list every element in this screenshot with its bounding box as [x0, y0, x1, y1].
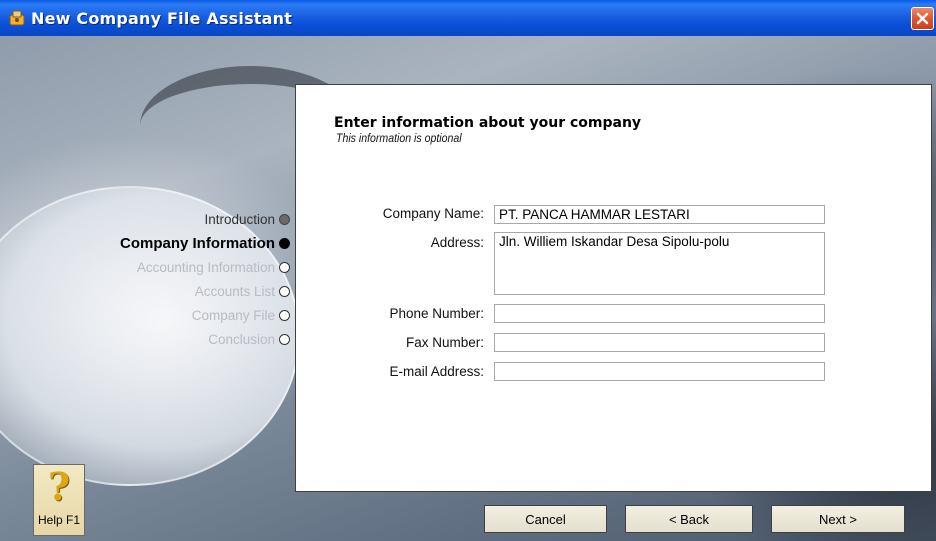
step-pending-bullet-icon [279, 261, 290, 273]
help-button[interactable]: ? Help F1 [33, 464, 85, 536]
step-label: Company File [191, 307, 275, 323]
close-icon [916, 12, 929, 25]
company-name-input[interactable]: PT. PANCA HAMMAR LESTARI [494, 205, 825, 224]
cancel-button-label: Cancel [525, 511, 566, 527]
step-pending-bullet-icon [279, 309, 290, 321]
title-bar: New Company File Assistant [0, 0, 936, 36]
app-icon [9, 10, 25, 26]
panel-subheading: This information is optional [336, 131, 462, 145]
step-label: Company Information [119, 234, 275, 252]
step-label: Accounting Information [136, 259, 275, 275]
address-input[interactable]: Jln. Williem Iskandar Desa Sipolu-polu [494, 232, 825, 295]
next-button-label: Next > [819, 511, 857, 527]
step-pending-bullet-icon [279, 285, 290, 297]
step-pending-bullet-icon [279, 333, 290, 345]
fax-number-label: Fax Number: [405, 335, 484, 350]
back-button-label: < Back [668, 511, 710, 527]
help-button-label: Help F1 [37, 513, 81, 527]
step-done-bullet-icon [279, 213, 290, 225]
step-label: Introduction [204, 211, 275, 227]
step-conclusion: Conclusion [120, 327, 290, 351]
company-name-label: Company Name: [382, 206, 484, 221]
step-accounting-information: Accounting Information [120, 255, 290, 279]
step-introduction: Introduction [120, 207, 290, 231]
wizard-steps: Introduction Company Information Account… [120, 207, 290, 351]
step-current-bullet-icon [279, 237, 290, 249]
address-label: Address: [430, 235, 484, 250]
step-company-information: Company Information [120, 231, 290, 255]
panel-heading: Enter information about your company [334, 115, 642, 131]
close-button[interactable] [911, 7, 934, 30]
next-button[interactable]: Next > [771, 505, 905, 533]
company-info-panel: Enter information about your company Thi… [295, 84, 932, 492]
phone-number-input[interactable] [494, 304, 825, 323]
step-company-file: Company File [120, 303, 290, 327]
cancel-button[interactable]: Cancel [484, 505, 607, 533]
question-mark-icon: ? [47, 464, 71, 509]
email-address-input[interactable] [494, 362, 825, 381]
window-title: New Company File Assistant [31, 9, 293, 28]
step-label: Conclusion [208, 331, 275, 347]
step-label: Accounts List [194, 283, 275, 299]
back-button[interactable]: < Back [625, 505, 753, 533]
email-address-label: E-mail Address: [389, 364, 484, 379]
phone-number-label: Phone Number: [389, 306, 484, 321]
fax-number-input[interactable] [494, 333, 825, 352]
step-accounts-list: Accounts List [120, 279, 290, 303]
